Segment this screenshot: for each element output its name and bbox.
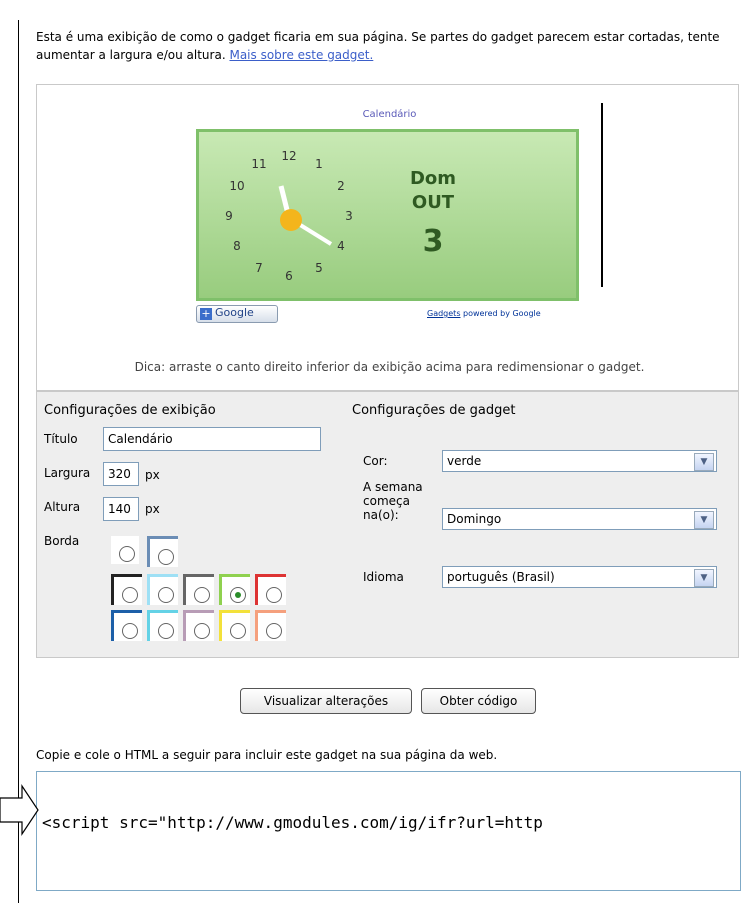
border-option[interactable]	[183, 610, 214, 641]
resize-bar[interactable]	[601, 103, 603, 287]
powered-label: powered by Google	[463, 309, 541, 318]
chevron-down-icon[interactable]: ▼	[694, 569, 714, 587]
clock-number: 5	[315, 261, 323, 275]
radio-icon	[230, 587, 246, 603]
clock-number: 9	[225, 209, 233, 223]
radio-icon	[122, 623, 138, 639]
chevron-down-icon[interactable]: ▼	[694, 453, 714, 471]
gadget-title: Calendário	[362, 109, 417, 120]
language-value: português (Brasil)	[447, 570, 555, 584]
clock-center	[280, 209, 302, 231]
clock-number: 7	[255, 261, 263, 275]
calendar-gadget: 12 1 2 3 4 5 6 7 8 9 10 11 Dom OUT 3	[196, 129, 579, 301]
border-option[interactable]	[219, 574, 250, 605]
calendar-day: Dom	[409, 168, 457, 189]
height-input[interactable]: 140	[103, 497, 139, 521]
add-to-google-button[interactable]: + Google	[196, 305, 278, 323]
arrow-right-icon	[0, 784, 39, 836]
border-option[interactable]	[183, 574, 214, 605]
radio-icon	[119, 546, 135, 562]
plus-icon: +	[200, 307, 212, 320]
language-label: Idioma	[363, 570, 404, 584]
clock-number: 12	[281, 149, 296, 163]
preview-changes-button[interactable]: Visualizar alterações	[240, 688, 412, 714]
chevron-down-icon[interactable]: ▼	[694, 511, 714, 529]
clock-number: 4	[337, 239, 345, 253]
radio-icon	[122, 587, 138, 603]
config-panel: Configurações de exibição Título Calendá…	[36, 391, 739, 658]
color-label: Cor:	[363, 454, 388, 468]
intro-paragraph: Esta é uma exibição de como o gadget fic…	[36, 30, 720, 62]
radio-icon	[158, 623, 174, 639]
clock-number: 2	[337, 179, 345, 193]
preview-panel: Calendário 12 1 2 3 4 5 6 7 8 9 10 11 Dom OUT 3 + Go…	[36, 84, 739, 391]
height-unit: px	[145, 502, 160, 516]
week-start-select[interactable]: Domingo ▼	[442, 508, 717, 530]
clock-number: 8	[233, 239, 241, 253]
intro-text: Esta é uma exibição de como o gadget fic…	[36, 28, 736, 64]
powered-by: Gadgets powered by Google	[427, 309, 541, 318]
gadgets-link[interactable]: Gadgets	[427, 309, 460, 318]
border-option[interactable]	[111, 574, 142, 605]
code-instructions: Copie e cole o HTML a seguir para inclui…	[36, 748, 498, 762]
resize-hint: Dica: arraste o canto direito inferior d…	[134, 360, 645, 374]
border-option[interactable]	[147, 574, 178, 605]
border-option[interactable]	[219, 610, 250, 641]
width-label: Largura	[44, 466, 91, 480]
border-option[interactable]	[255, 574, 286, 605]
title-input[interactable]: Calendário	[103, 427, 321, 451]
width-unit: px	[145, 468, 160, 482]
clock-number: 10	[229, 179, 244, 193]
radio-icon	[194, 587, 210, 603]
border-option[interactable]	[147, 536, 178, 567]
more-about-gadget-link[interactable]: Mais sobre este gadget.	[229, 48, 373, 62]
code-textarea[interactable]: <script src="http://www.gmodules.com/ig/…	[36, 771, 741, 891]
calendar-month: OUT	[411, 192, 455, 213]
title-label: Título	[44, 432, 78, 446]
radio-icon	[158, 549, 174, 565]
week-start-value: Domingo	[447, 512, 502, 526]
color-select[interactable]: verde ▼	[442, 450, 717, 472]
google-label: Google	[215, 306, 254, 319]
frame-line	[18, 20, 19, 903]
radio-selected-dot	[235, 592, 241, 598]
week-label: A semana começa na(o):	[363, 480, 423, 522]
border-option[interactable]	[147, 610, 178, 641]
color-value: verde	[447, 454, 482, 468]
clock-number: 6	[285, 269, 293, 283]
gadget-config-heading: Configurações de gadget	[352, 403, 516, 418]
border-option[interactable]	[255, 610, 286, 641]
height-label: Altura	[44, 500, 81, 514]
clock-face: 12 12 3 45 6 78 9 10 11	[225, 149, 353, 283]
radio-icon	[266, 587, 282, 603]
width-input[interactable]: 320	[103, 462, 139, 486]
radio-icon	[158, 587, 174, 603]
clock-number: 11	[251, 157, 266, 171]
border-option[interactable]	[111, 610, 142, 641]
radio-icon	[230, 623, 246, 639]
border-option[interactable]	[111, 536, 139, 564]
get-code-button[interactable]: Obter código	[421, 688, 536, 714]
calendar-date: 3	[422, 224, 444, 259]
code-snippet: <script src="http://www.gmodules.com/ig/…	[42, 813, 543, 832]
clock-number: 3	[345, 209, 353, 223]
border-label: Borda	[44, 534, 80, 548]
radio-icon	[194, 623, 210, 639]
clock-number: 1	[315, 157, 323, 171]
display-config-heading: Configurações de exibição	[44, 403, 216, 418]
language-select[interactable]: português (Brasil) ▼	[442, 566, 717, 588]
radio-icon	[266, 623, 282, 639]
